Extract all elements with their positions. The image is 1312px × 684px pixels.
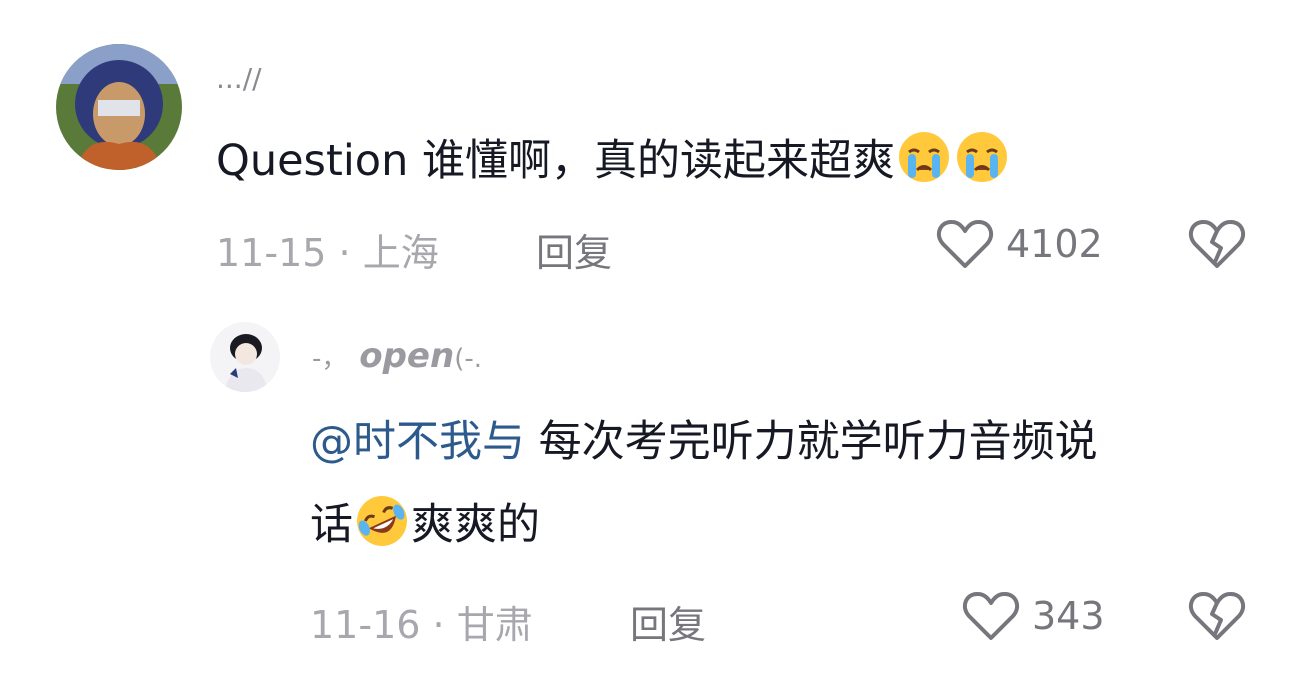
comment-text-line2: 话 爽爽的 [310,494,540,555]
like-button[interactable] [962,590,1020,642]
heart-icon [962,592,1020,640]
mention-link[interactable]: @时不我与 [310,417,525,467]
comment-meta: 11-16 · 甘肃 [310,594,533,649]
username[interactable]: ...// [216,62,262,95]
crying-face-emoji [955,130,1009,184]
broken-heart-icon [1188,220,1246,268]
dislike-button[interactable] [1188,590,1246,642]
username-prefix: -， [312,344,348,374]
username[interactable]: -， open(-. [312,336,482,376]
comment-text: Question 谁懂啊，真的读起来超爽 [216,130,1011,191]
broken-heart-icon [1188,592,1246,640]
comment-text: @时不我与 每次考完听力就学听力音频说 [310,412,1098,472]
avatar[interactable] [56,44,182,170]
crying-face-emoji [897,130,951,184]
username-suffix: (-. [454,344,482,374]
comment-location: 甘肃 [456,603,533,647]
comment-date: 11-16 [310,603,421,647]
reply-button[interactable]: 回复 [536,222,612,277]
like-count: 343 [1032,594,1105,638]
comment-meta: 11-15 · 上海 [216,222,439,277]
reply-button[interactable]: 回复 [630,594,706,649]
comment-body: 话 [310,500,353,550]
comment-body: 爽爽的 [411,500,540,550]
comment-body: 每次考完听力就学听力音频说 [525,417,1098,467]
dislike-button[interactable] [1188,218,1246,270]
meta-separator: · [432,603,445,647]
comment-body: Question 谁懂啊，真的读起来超爽 [216,136,895,186]
rolling-laughing-emoji [355,494,409,548]
username-main: open [359,336,455,376]
comment-location: 上海 [362,231,439,275]
heart-icon [936,220,994,268]
avatar[interactable] [210,322,280,392]
like-count: 4102 [1006,222,1103,266]
like-button[interactable] [936,218,994,270]
comment-date: 11-15 [216,231,327,275]
meta-separator: · [338,231,351,275]
